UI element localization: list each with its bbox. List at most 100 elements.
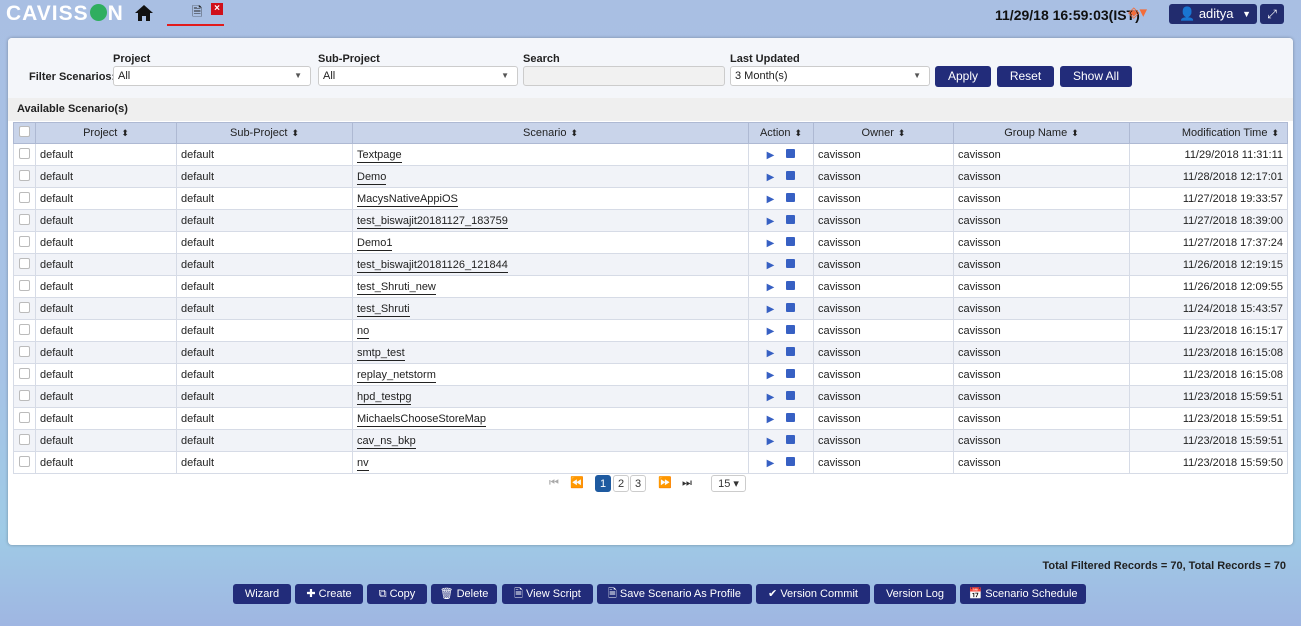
- cell-scenario[interactable]: MacysNativeAppiOS: [352, 187, 749, 210]
- prev-page-icon[interactable]: ⏪: [570, 475, 584, 492]
- table-row[interactable]: default default nv ▶ cavisson cavisson 1…: [13, 451, 1288, 474]
- scenario-link[interactable]: no: [357, 324, 370, 339]
- row-checkbox[interactable]: [13, 143, 36, 166]
- row-checkbox[interactable]: [13, 165, 36, 188]
- table-row[interactable]: default default replay_netstorm ▶ caviss…: [13, 363, 1288, 386]
- play-icon[interactable]: ▶: [767, 370, 775, 381]
- play-icon[interactable]: ▶: [767, 282, 775, 293]
- edit-icon[interactable]: [786, 434, 796, 444]
- fullscreen-icon[interactable]: ⤢: [1260, 4, 1284, 24]
- play-icon[interactable]: ▶: [767, 436, 775, 447]
- row-checkbox[interactable]: [13, 275, 36, 298]
- col-group[interactable]: Group Name ⬍: [953, 122, 1130, 144]
- row-checkbox[interactable]: [13, 363, 36, 386]
- edit-icon[interactable]: [786, 412, 796, 422]
- theme-paint-icon[interactable]: ◈▾: [1128, 3, 1147, 21]
- copy-button[interactable]: ⧉ Copy: [367, 584, 427, 604]
- play-icon[interactable]: ▶: [767, 326, 775, 337]
- version-log-button[interactable]: Version Log: [874, 584, 956, 604]
- close-tab-icon[interactable]: ×: [211, 3, 223, 15]
- play-icon[interactable]: ▶: [767, 348, 775, 359]
- edit-icon[interactable]: [786, 346, 796, 356]
- play-icon[interactable]: ▶: [767, 150, 775, 161]
- play-icon[interactable]: ▶: [767, 172, 775, 183]
- cell-scenario[interactable]: test_biswajit20181126_121844: [352, 253, 749, 276]
- show-all-button[interactable]: Show All: [1060, 66, 1132, 87]
- select-all-checkbox[interactable]: [13, 122, 36, 144]
- cell-scenario[interactable]: no: [352, 319, 749, 342]
- play-icon[interactable]: ▶: [767, 458, 775, 469]
- scenario-link[interactable]: MichaelsChooseStoreMap: [357, 412, 487, 427]
- play-icon[interactable]: ▶: [767, 414, 775, 425]
- cell-scenario[interactable]: test_Shruti_new: [352, 275, 749, 298]
- cell-scenario[interactable]: cav_ns_bkp: [352, 429, 749, 452]
- scenario-link[interactable]: cav_ns_bkp: [357, 434, 416, 449]
- next-page-icon[interactable]: ⏩: [658, 475, 672, 492]
- subproject-select[interactable]: All ▼: [318, 66, 518, 86]
- edit-icon[interactable]: [786, 456, 796, 466]
- save-profile-button[interactable]: 🗎 Save Scenario As Profile: [597, 584, 752, 604]
- table-row[interactable]: default default Demo ▶ cavisson cavisson…: [13, 165, 1288, 188]
- apply-button[interactable]: Apply: [935, 66, 991, 87]
- cell-scenario[interactable]: smtp_test: [352, 341, 749, 364]
- scenario-link[interactable]: smtp_test: [357, 346, 405, 361]
- scenario-link[interactable]: Demo1: [357, 236, 393, 251]
- play-icon[interactable]: ▶: [767, 216, 775, 227]
- row-checkbox[interactable]: [13, 231, 36, 254]
- row-checkbox[interactable]: [13, 209, 36, 232]
- col-project[interactable]: Project ⬍: [35, 122, 177, 144]
- wizard-button[interactable]: Wizard: [233, 584, 291, 604]
- edit-icon[interactable]: [786, 368, 796, 378]
- user-menu-button[interactable]: 👤 aditya ▼: [1169, 4, 1257, 24]
- table-row[interactable]: default default Demo1 ▶ cavisson cavisso…: [13, 231, 1288, 254]
- edit-icon[interactable]: [786, 302, 796, 312]
- scenario-link[interactable]: hpd_testpg: [357, 390, 412, 405]
- row-checkbox[interactable]: [13, 319, 36, 342]
- col-owner[interactable]: Owner ⬍: [813, 122, 954, 144]
- table-row[interactable]: default default no ▶ cavisson cavisson 1…: [13, 319, 1288, 342]
- scenario-link[interactable]: test_biswajit20181127_183759: [357, 214, 508, 229]
- play-icon[interactable]: ▶: [767, 194, 775, 205]
- edit-icon[interactable]: [786, 236, 796, 246]
- tab-scenarios[interactable]: 🗎 ×: [167, 2, 224, 26]
- row-checkbox[interactable]: [13, 429, 36, 452]
- create-button[interactable]: ✚ Create: [295, 584, 363, 604]
- cell-scenario[interactable]: hpd_testpg: [352, 385, 749, 408]
- view-script-button[interactable]: 🗎 View Script: [502, 584, 593, 604]
- edit-icon[interactable]: [786, 148, 796, 158]
- reset-button[interactable]: Reset: [997, 66, 1054, 87]
- search-input[interactable]: [523, 66, 725, 86]
- cell-scenario[interactable]: test_Shruti: [352, 297, 749, 320]
- row-checkbox[interactable]: [13, 407, 36, 430]
- scenario-link[interactable]: MacysNativeAppiOS: [357, 192, 458, 207]
- edit-icon[interactable]: [786, 390, 796, 400]
- scenario-schedule-button[interactable]: 📅 Scenario Schedule: [960, 584, 1086, 604]
- scenario-link[interactable]: test_Shruti_new: [357, 280, 436, 295]
- scenario-link[interactable]: Textpage: [357, 148, 402, 163]
- table-row[interactable]: default default test_biswajit20181126_12…: [13, 253, 1288, 276]
- row-checkbox[interactable]: [13, 297, 36, 320]
- scenario-link[interactable]: replay_netstorm: [357, 368, 436, 383]
- scenario-link[interactable]: test_Shruti: [357, 302, 410, 317]
- table-row[interactable]: default default hpd_testpg ▶ cavisson ca…: [13, 385, 1288, 408]
- version-commit-button[interactable]: ✔ Version Commit: [756, 584, 870, 604]
- play-icon[interactable]: ▶: [767, 260, 775, 271]
- cell-scenario[interactable]: nv: [352, 451, 749, 474]
- play-icon[interactable]: ▶: [767, 392, 775, 403]
- scenario-link[interactable]: test_biswajit20181126_121844: [357, 258, 508, 273]
- col-scenario[interactable]: Scenario ⬍: [352, 122, 749, 144]
- table-row[interactable]: default default test_Shruti_new ▶ caviss…: [13, 275, 1288, 298]
- row-checkbox[interactable]: [13, 451, 36, 474]
- page-2[interactable]: 2: [613, 475, 629, 492]
- cell-scenario[interactable]: Demo: [352, 165, 749, 188]
- play-icon[interactable]: ▶: [767, 304, 775, 315]
- table-row[interactable]: default default MichaelsChooseStoreMap ▶…: [13, 407, 1288, 430]
- edit-icon[interactable]: [786, 324, 796, 334]
- table-row[interactable]: default default smtp_test ▶ cavisson cav…: [13, 341, 1288, 364]
- edit-icon[interactable]: [786, 280, 796, 290]
- home-icon[interactable]: [134, 4, 154, 22]
- col-modtime[interactable]: Modification Time ⬍: [1129, 122, 1288, 144]
- table-row[interactable]: default default test_Shruti ▶ cavisson c…: [13, 297, 1288, 320]
- table-row[interactable]: default default test_biswajit20181127_18…: [13, 209, 1288, 232]
- table-row[interactable]: default default Textpage ▶ cavisson cavi…: [13, 143, 1288, 166]
